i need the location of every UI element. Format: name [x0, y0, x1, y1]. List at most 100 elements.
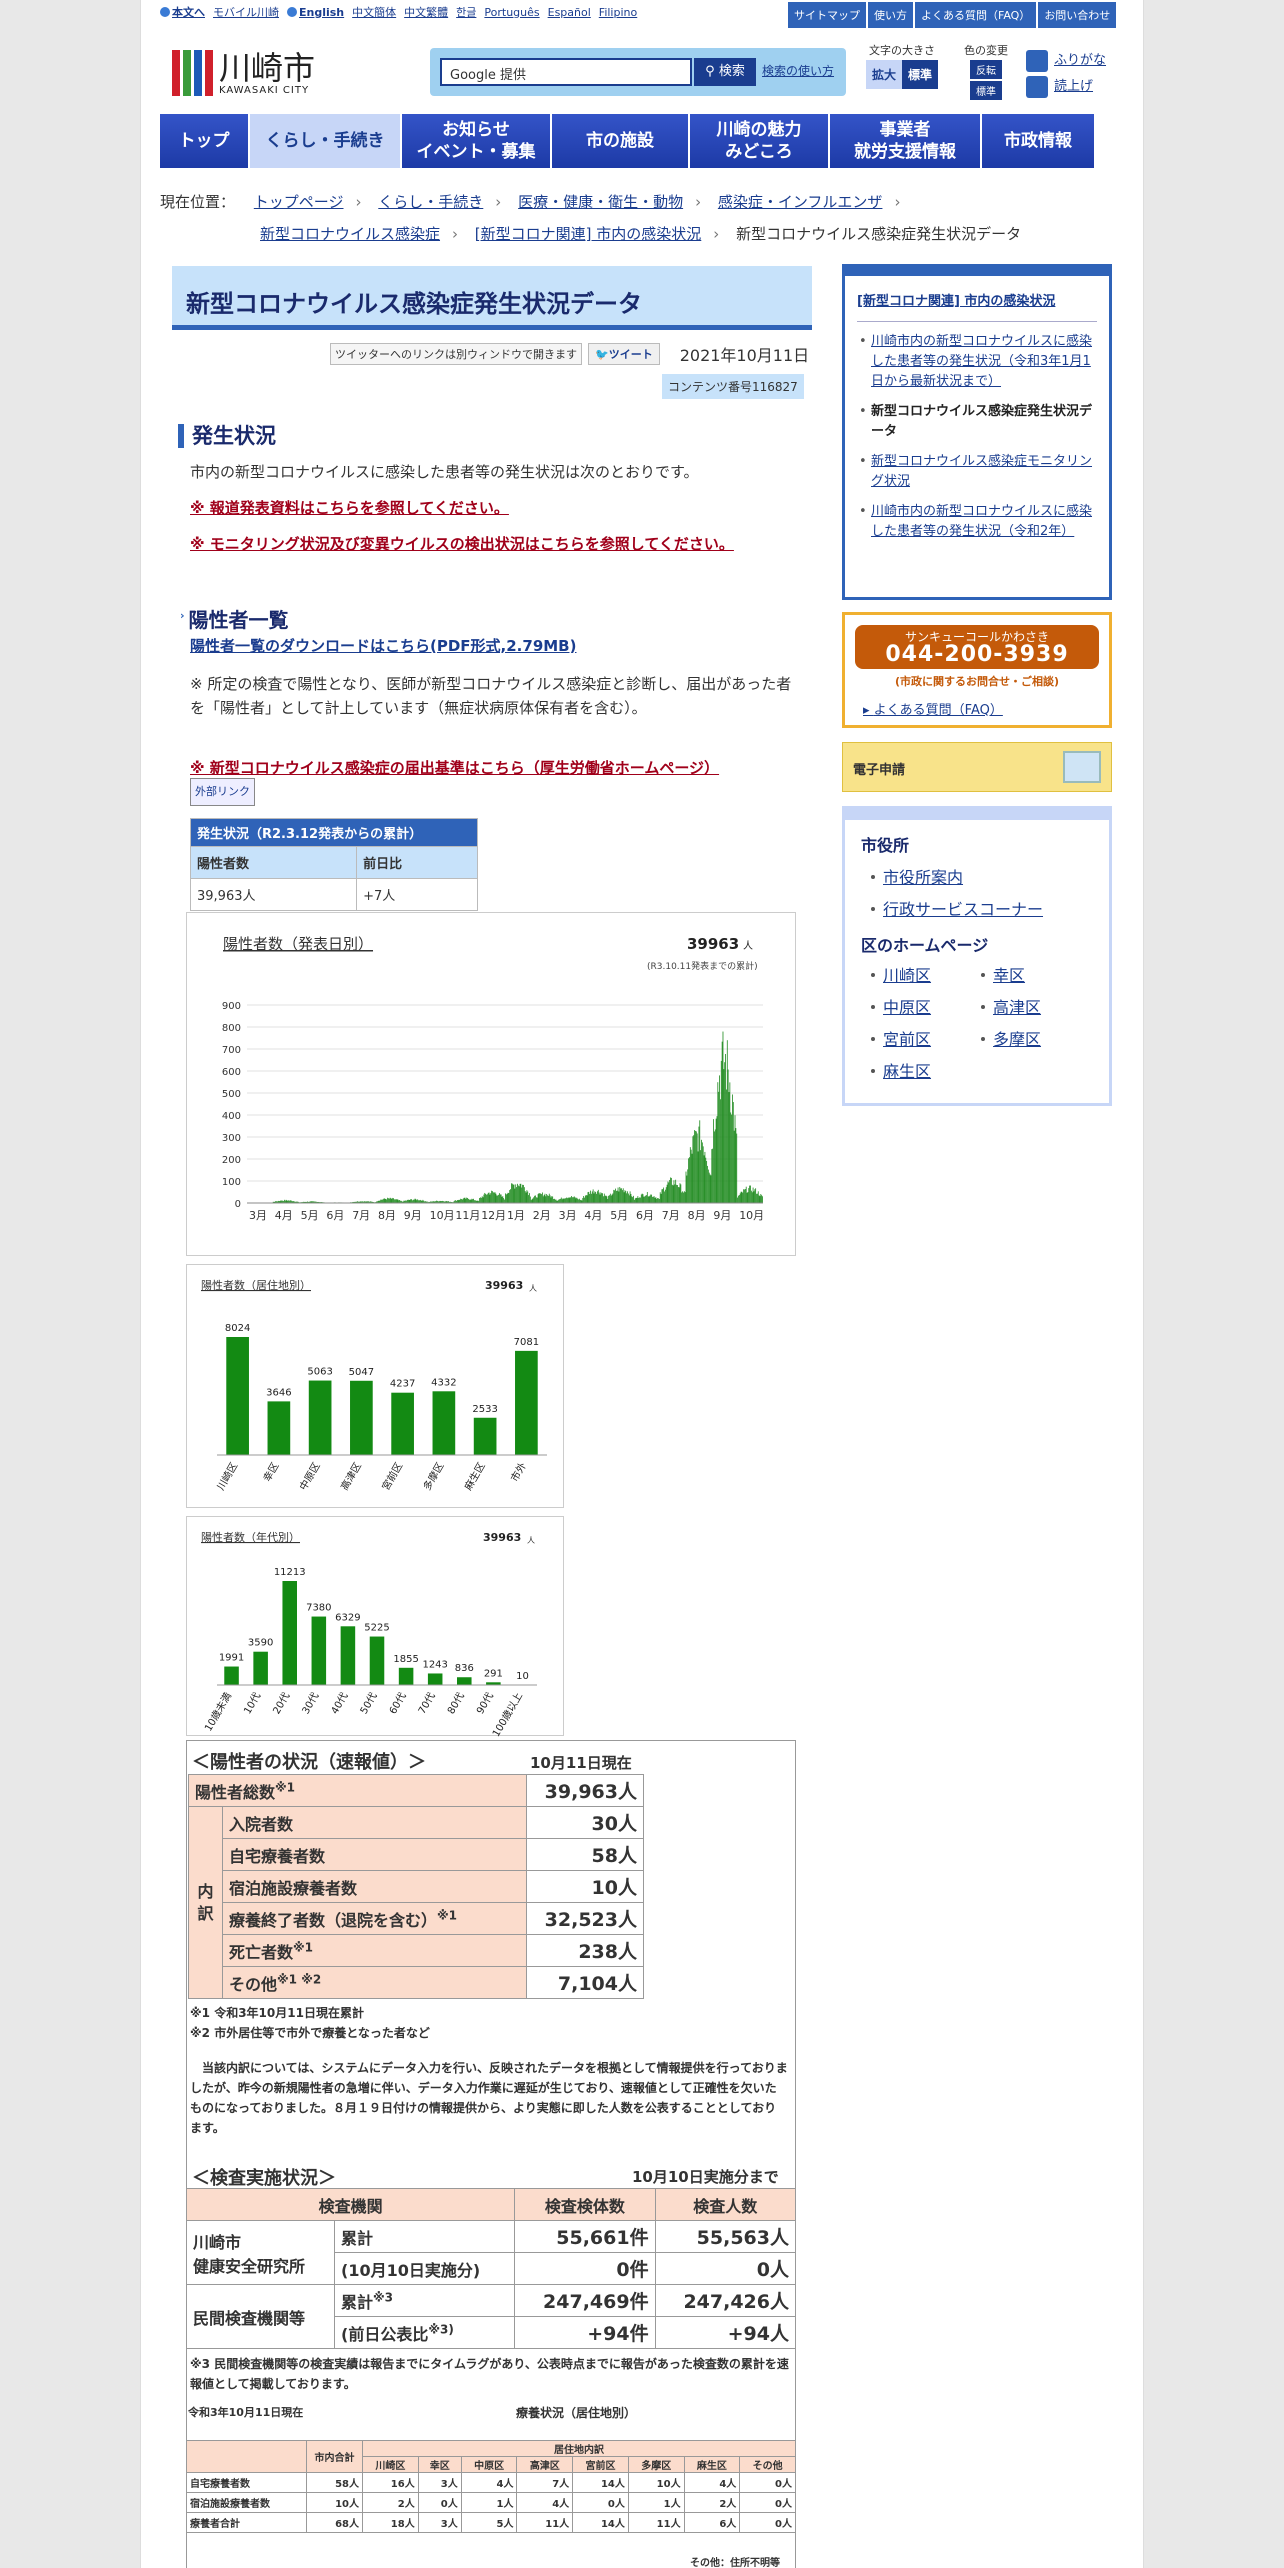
daily-bar [740, 1191, 742, 1203]
ward-link[interactable]: 川崎区 [883, 966, 931, 985]
positive-list-download-link[interactable]: 陽性者一覧のダウンロードはこちら(PDF形式,2.79MB) [190, 634, 804, 658]
related-title-link[interactable]: [新型コロナ関連] 市内の感染状況 [857, 290, 1097, 322]
call-center-banner[interactable]: サンキューコールかわさき 044-200-3939 [855, 625, 1099, 669]
daily-bar [524, 1191, 526, 1203]
daily-bar [584, 1197, 585, 1203]
monitoring-link[interactable]: ※ モニタリング状況及び変異ウイルスの検出状況はこちらを参照してください。 [190, 532, 804, 556]
util-skip-link[interactable]: 本文へ [160, 4, 205, 20]
daily-bar [503, 1198, 505, 1203]
site-logo[interactable]: 川崎市 KAWASAKI CITY [172, 50, 315, 96]
util-english-link[interactable]: English [287, 6, 344, 19]
search-howto-link[interactable]: 検索の使い方 [762, 62, 834, 79]
daily-bar [745, 1186, 747, 1203]
daily-bar [563, 1198, 565, 1203]
crumb-covid[interactable]: 新型コロナウイルス感染症 [260, 225, 440, 243]
x-tick-label: 9月 [713, 1209, 731, 1222]
crumb-infection[interactable]: 感染症・インフルエンザ [718, 193, 883, 211]
stat-positive-value: 39,963人 [189, 878, 358, 911]
ryo-cell: 68人 [306, 2512, 363, 2533]
util-filipino-link[interactable]: Filipino [599, 6, 637, 19]
daily-bar [749, 1185, 751, 1203]
daily-bar [694, 1130, 695, 1203]
contact-link[interactable]: お問い合わせ [1038, 2, 1117, 28]
ward-link[interactable]: 多摩区 [993, 1030, 1041, 1049]
x-tick-label: 40代 [329, 1691, 351, 1717]
read-aloud-link[interactable]: 読上げ [1026, 74, 1106, 100]
daily-bar [653, 1196, 655, 1203]
gnav-life[interactable]: くらし・手続き [250, 114, 400, 168]
daily-bar [698, 1126, 700, 1203]
gnav-business[interactable]: 事業者 就労支援情報 [830, 114, 980, 168]
ward-link[interactable]: 幸区 [993, 966, 1025, 985]
daily-bar [633, 1195, 634, 1203]
search-input[interactable]: Google 提供 [440, 58, 692, 86]
daily-bar [689, 1157, 690, 1203]
crumb-covid-status[interactable]: [新型コロナ関連] 市内の感染状況 [475, 225, 701, 243]
daily-bar [612, 1193, 614, 1203]
crumb-medical[interactable]: 医療・健康・衛生・動物 [518, 193, 683, 211]
font-normal-button[interactable]: 標準 [902, 60, 939, 89]
gnav-attractions[interactable]: 川崎の魅力 みどころ [690, 114, 828, 168]
pos-total-value: 39,963人 [526, 1774, 644, 1807]
color-invert-button[interactable]: 反転 [970, 60, 1002, 79]
bar [282, 1581, 297, 1685]
faq-link[interactable]: よくある質問（FAQ） [915, 2, 1037, 28]
gnav-top[interactable]: トップ [160, 114, 248, 168]
gnav-facilities[interactable]: 市の施設 [552, 114, 688, 168]
daily-bar [706, 1160, 708, 1203]
util-cht-link[interactable]: 中文繁體 [404, 4, 448, 20]
gnav-news[interactable]: お知らせ イベント・募集 [402, 114, 550, 168]
e-application-banner[interactable]: 電子申請 [842, 742, 1112, 792]
daily-bar [462, 1199, 463, 1203]
util-chs-link[interactable]: 中文簡体 [352, 4, 396, 20]
util-korean-link[interactable]: 한글 [456, 4, 476, 20]
positive-status-title: ＜陽性者の状況（速報値）＞ [192, 1752, 426, 1773]
ward-link[interactable]: 高津区 [993, 998, 1041, 1017]
sidebar-faq-link[interactable]: ▸ よくある質問（FAQ） [863, 699, 1003, 718]
service-corner-link[interactable]: 行政サービスコーナー [883, 900, 1043, 919]
related-item[interactable]: 新型コロナウイルス感染症モニタリング状況 [857, 452, 1097, 492]
city-hall-guide-link[interactable]: 市役所案内 [883, 868, 963, 887]
ward-link[interactable]: 麻生区 [883, 1062, 931, 1081]
tweet-button[interactable]: 🐦ツイート [588, 343, 660, 365]
chevron-right-icon: › [180, 609, 185, 622]
daily-bar [738, 1195, 740, 1203]
crumb-life[interactable]: くらし・手続き [378, 193, 483, 211]
related-item[interactable]: 川崎市内の新型コロナウイルスに感染した患者等の発生状況（令和3年1月1日から最新… [857, 332, 1097, 392]
util-spanish-link[interactable]: Español [548, 6, 591, 19]
chart-title: 陽性者数（年代別） [201, 1530, 300, 1544]
daily-bar [486, 1194, 488, 1203]
usage-link[interactable]: 使い方 [868, 2, 913, 28]
font-large-button[interactable]: 拡大 [866, 60, 903, 89]
color-change-control: 色の変更 反転 標準 [964, 42, 1008, 100]
daily-bar [683, 1191, 685, 1203]
positive-definition-note: ※ 所定の検査で陽性となり、医師が新型コロナウイルス感染症と診断し、届出があった… [190, 675, 792, 717]
search-button[interactable]: ⚲ 検索 [694, 58, 756, 86]
daily-bar [468, 1198, 469, 1203]
color-standard-button[interactable]: 標準 [970, 81, 1002, 100]
daily-bar [646, 1195, 647, 1203]
daily-bar [496, 1195, 498, 1203]
daily-bar [721, 1041, 723, 1203]
daily-bar [751, 1192, 753, 1203]
daily-bar [753, 1191, 755, 1203]
notification-criteria-link[interactable]: ※ 新型コロナウイルス感染症の届出基準はこちら（厚生労働省ホームページ） [190, 756, 804, 780]
daily-bar [472, 1199, 474, 1203]
press-release-link[interactable]: ※ 報道発表資料はこちらを参照してください。 [190, 496, 804, 520]
daily-bar [542, 1196, 544, 1203]
gnav-admin[interactable]: 市政情報 [982, 114, 1094, 168]
daily-bar [667, 1181, 669, 1203]
sitemap-link[interactable]: サイトマップ [788, 2, 866, 28]
related-item[interactable]: 川崎市内の新型コロナウイルスに感染した患者等の発生状況（令和2年） [857, 502, 1097, 542]
crumb-top[interactable]: トップページ [254, 193, 344, 211]
daily-bar [738, 1195, 739, 1203]
util-mobile-link[interactable]: モバイル川崎 [213, 4, 279, 20]
daily-bar [388, 1198, 389, 1203]
daily-bar [731, 1114, 732, 1203]
furigana-link[interactable]: ふりがな [1026, 48, 1106, 74]
ward-link[interactable]: 中原区 [883, 998, 931, 1017]
daily-bar [674, 1184, 676, 1203]
ward-link[interactable]: 宮前区 [883, 1030, 931, 1049]
util-portuguese-link[interactable]: Português [484, 6, 539, 19]
daily-bar [502, 1196, 504, 1203]
